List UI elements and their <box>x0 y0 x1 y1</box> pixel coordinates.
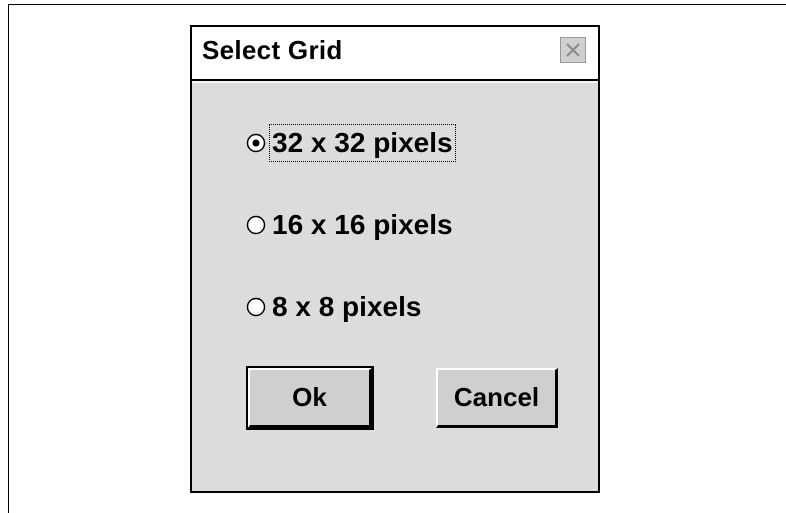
radio-label-32: 32 x 32 pixels <box>269 124 456 162</box>
radio-unchecked-icon[interactable] <box>246 215 266 235</box>
select-grid-dialog: Select Grid 32 x 32 pixels 16 x 16 pixel… <box>190 25 600 493</box>
radio-unchecked-icon[interactable] <box>246 297 266 317</box>
radio-option-8[interactable]: 8 x 8 pixels <box>246 287 421 327</box>
radio-label-16: 16 x 16 pixels <box>272 209 453 240</box>
radio-label-8: 8 x 8 pixels <box>272 291 422 322</box>
dialog-title: Select Grid <box>202 35 343 65</box>
dialog-client-area: 32 x 32 pixels 16 x 16 pixels 8 x 8 pixe… <box>192 81 598 491</box>
radio-option-32[interactable]: 32 x 32 pixels <box>246 123 456 163</box>
cancel-button[interactable]: Cancel <box>436 368 558 428</box>
close-icon <box>566 43 580 57</box>
title-bar: Select Grid <box>192 27 598 81</box>
ok-button[interactable]: Ok <box>246 366 374 430</box>
radio-checked-icon[interactable] <box>246 133 266 153</box>
radio-option-16[interactable]: 16 x 16 pixels <box>246 205 453 245</box>
close-button[interactable] <box>560 37 586 63</box>
